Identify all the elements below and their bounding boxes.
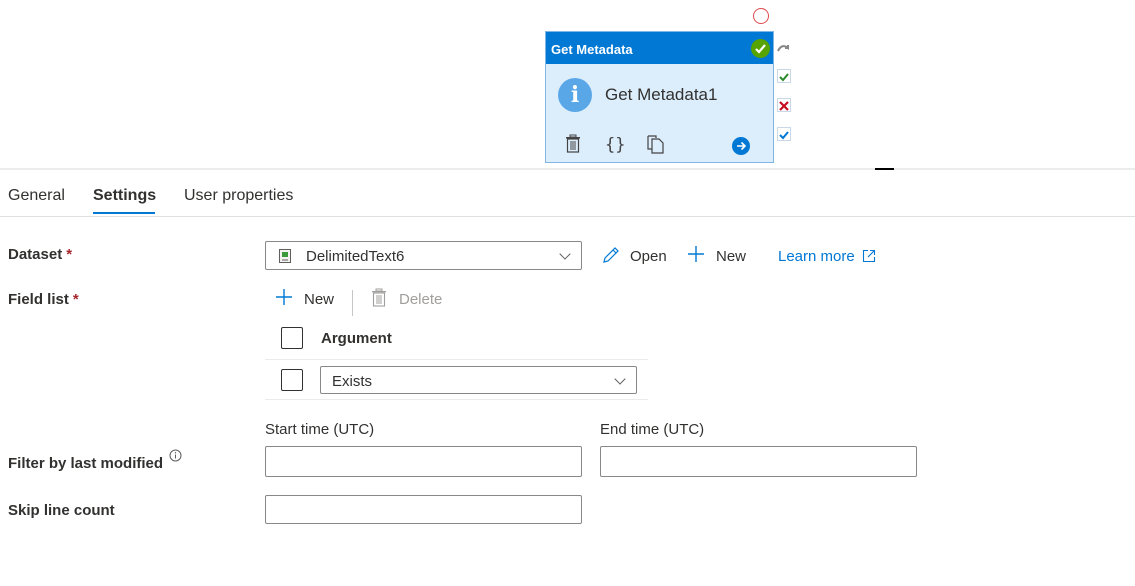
trash-icon — [372, 288, 386, 307]
tab-user-properties[interactable]: User properties — [184, 187, 293, 205]
select-all-checkbox[interactable] — [281, 327, 303, 349]
filter-label: Filter by last modified — [8, 449, 182, 472]
start-time-input[interactable] — [265, 446, 582, 477]
learn-more-text: Learn more — [778, 248, 855, 265]
open-label: Open — [630, 248, 667, 265]
tab-settings[interactable]: Settings — [93, 187, 156, 205]
pencil-icon — [603, 247, 619, 263]
info-icon[interactable] — [169, 449, 182, 462]
success-status-icon — [751, 39, 770, 58]
info-icon: i — [558, 78, 592, 112]
activity-header: Get Metadata — [546, 32, 773, 64]
argument-selected-value: Exists — [332, 373, 373, 390]
dataset-label-text: Dataset — [8, 246, 63, 263]
new-argument-label: New — [304, 291, 335, 308]
success-icon[interactable] — [777, 69, 791, 83]
skip-icon[interactable] — [777, 41, 791, 55]
start-time-label: Start time (UTC) — [265, 421, 375, 438]
plus-icon — [688, 246, 704, 262]
external-link-icon — [863, 249, 876, 263]
end-time-label: End time (UTC) — [600, 421, 705, 438]
resize-handle[interactable] — [875, 168, 894, 170]
field-list-label: Field list * — [8, 291, 79, 308]
go-arrow-icon[interactable] — [732, 137, 750, 155]
active-tab-indicator — [93, 212, 155, 214]
activity-type-label: Get Metadata — [551, 42, 633, 57]
dataset-selected-value: DelimitedText6 — [306, 248, 405, 265]
toolbar-separator — [352, 290, 353, 316]
required-marker: * — [72, 291, 79, 308]
panel-divider[interactable] — [0, 168, 1135, 170]
plus-icon — [276, 289, 292, 305]
field-list-label-text: Field list — [8, 291, 69, 308]
required-marker: * — [66, 246, 73, 263]
tab-general[interactable]: General — [8, 187, 65, 205]
skip-line-count-label: Skip line count — [8, 502, 115, 519]
copy-icon[interactable] — [646, 134, 666, 159]
delete-argument-label: Delete — [399, 291, 443, 308]
delimited-text-file-icon — [279, 249, 291, 268]
filter-label-text: Filter by last modified — [8, 455, 164, 472]
activity-name: Get Metadata1 — [605, 85, 718, 104]
completion-icon[interactable] — [777, 127, 791, 141]
chevron-down-icon — [559, 248, 571, 260]
breakpoint-circle-icon[interactable] — [753, 8, 769, 24]
code-icon[interactable]: {} — [605, 135, 625, 155]
row-divider — [265, 399, 648, 400]
chevron-down-icon — [614, 373, 626, 385]
row-checkbox[interactable] — [281, 369, 303, 391]
dataset-label: Dataset * — [8, 246, 72, 263]
failure-icon[interactable] — [777, 98, 791, 112]
dataset-select[interactable]: DelimitedText6 — [265, 241, 582, 270]
argument-column-header: Argument — [321, 330, 392, 347]
argument-select[interactable]: Exists — [320, 366, 637, 394]
row-divider — [265, 359, 648, 360]
activity-node[interactable]: Get Metadata i Get Metadata1 {} — [545, 31, 774, 163]
new-label: New — [716, 248, 747, 265]
learn-more-link[interactable]: Learn more — [778, 248, 876, 266]
skip-line-count-input[interactable] — [265, 495, 582, 524]
delete-icon[interactable] — [565, 134, 581, 159]
tabs-divider — [0, 216, 1135, 217]
end-time-input[interactable] — [600, 446, 917, 477]
